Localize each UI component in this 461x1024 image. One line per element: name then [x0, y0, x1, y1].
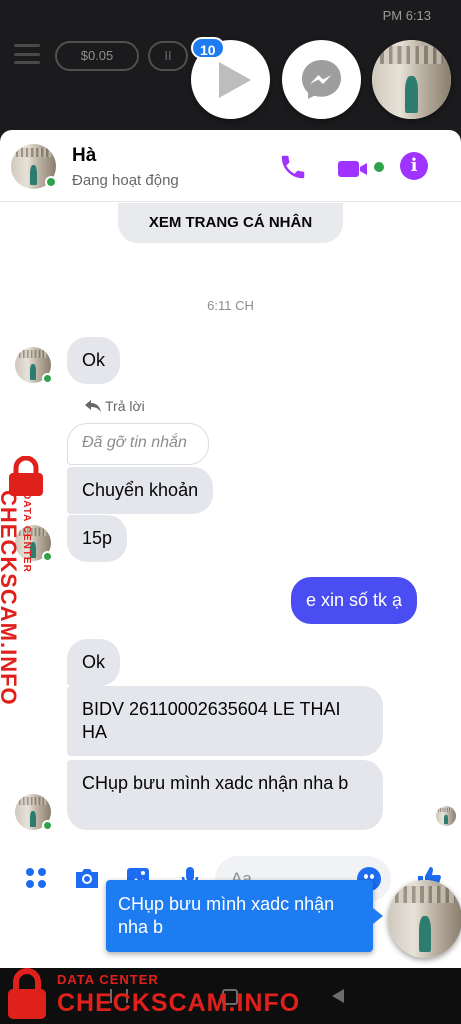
incoming-message[interactable]: Chuyển khoản [67, 467, 214, 514]
watermark-subtitle: DATA CENTER [57, 972, 159, 987]
background-pause-button: II [148, 41, 188, 71]
video-call-icon[interactable] [337, 154, 369, 184]
online-indicator [42, 373, 53, 384]
incoming-message[interactable]: CHụp bưu mình xadc nhận nha b [67, 760, 383, 830]
info-icon[interactable]: i [400, 152, 428, 180]
message-preview-tooltip[interactable]: CHụp bưu mình xadc nhận nha b [106, 880, 383, 952]
avatar [388, 880, 461, 958]
back-icon[interactable] [332, 989, 344, 1003]
online-indicator [42, 551, 53, 562]
header-avatar[interactable] [11, 144, 57, 189]
messenger-chat-head[interactable] [282, 40, 361, 119]
online-indicator [42, 820, 53, 831]
reply-label: Trả lời [85, 398, 145, 414]
unsent-message: Đã gỡ tin nhắn [67, 423, 209, 465]
watermark-bottom: DATA CENTER CHECKSCAM.INFO [57, 972, 300, 1018]
background-coin-balance: $0.05 [55, 41, 139, 71]
watermark-side: DATA CENTER CHECKSCAM.INFO [0, 490, 32, 706]
phone-icon[interactable] [278, 152, 308, 182]
outgoing-message[interactable]: e xin số tk ạ [291, 577, 418, 624]
online-indicator [45, 176, 57, 188]
watermark-brand: CHECKSCAM.INFO [0, 490, 21, 706]
incoming-message[interactable]: 15p [67, 515, 128, 562]
view-profile-button[interactable]: XEM TRANG CÁ NHÂN [118, 203, 343, 243]
unread-count-badge: 10 [191, 37, 225, 59]
message-timestamp: 6:11 CH [207, 298, 254, 313]
reply-label-text: Trả lời [105, 398, 145, 414]
avatar [372, 40, 451, 119]
sender-avatar[interactable] [15, 347, 53, 384]
chat-panel: Hà Đang hoạt động i XEM TRANG CÁ NHÂN 6:… [0, 130, 461, 968]
incoming-message[interactable]: BIDV 26110002635604 LE THAI HA [67, 686, 383, 756]
status-bar-time: PM 6:13 [382, 8, 431, 23]
contact-name[interactable]: Hà [72, 145, 96, 167]
incoming-message[interactable]: Ok [67, 337, 121, 384]
more-actions-icon[interactable] [22, 864, 50, 892]
avatar [436, 806, 456, 826]
background-menu-icon [14, 44, 40, 64]
contact-chat-head[interactable] [388, 880, 461, 958]
incoming-message[interactable]: Ok [67, 639, 121, 686]
sender-avatar[interactable] [15, 794, 53, 831]
video-available-indicator [374, 162, 384, 172]
reply-icon [85, 400, 101, 412]
watermark-subtitle: DATA CENTER [21, 492, 32, 573]
watermark-lock-icon [8, 968, 46, 1019]
seen-receipt-avatar [436, 806, 456, 826]
contact-chat-head[interactable] [372, 40, 451, 119]
messenger-icon [302, 60, 341, 99]
play-icon [219, 62, 251, 98]
active-status: Đang hoạt động [72, 172, 179, 189]
watermark-brand: CHECKSCAM.INFO [57, 989, 301, 1017]
chat-header: Hà Đang hoạt động i [0, 130, 461, 202]
camera-icon[interactable] [73, 864, 101, 892]
